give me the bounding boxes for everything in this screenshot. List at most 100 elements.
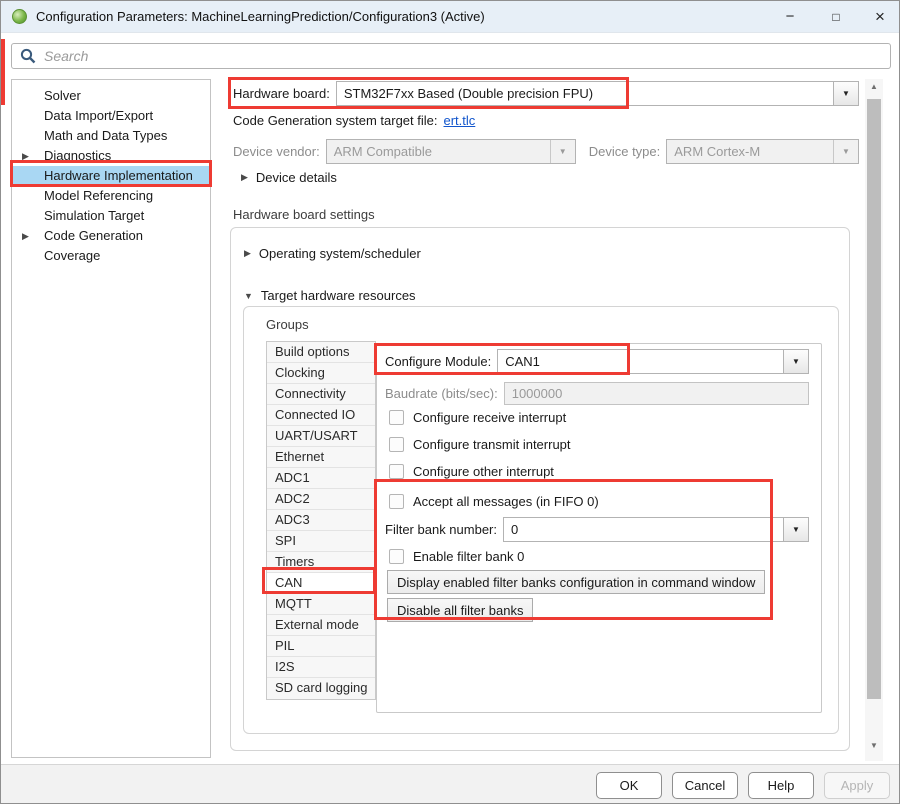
window-title: Configuration Parameters: MachineLearnin… [36, 9, 485, 24]
accept-all-messages-label: Accept all messages (in FIFO 0) [413, 494, 599, 509]
dropdown-arrow-icon: ▼ [550, 140, 575, 163]
group-item-adc3[interactable]: ADC3 [267, 510, 375, 531]
device-vendor-value: ARM Compatible [334, 144, 432, 159]
dropdown-arrow-icon: ▼ [833, 140, 858, 163]
maximize-button[interactable]: □ [819, 1, 853, 32]
display-filter-banks-button[interactable]: Display enabled filter banks configurati… [387, 570, 765, 594]
os-scheduler-label: Operating system/scheduler [259, 246, 421, 261]
can-settings-panel: Configure Module: CAN1 ▼ Baudrate (bits/… [376, 343, 822, 713]
search-icon [20, 48, 36, 64]
chevron-right-icon[interactable]: ▶ [241, 172, 248, 183]
group-item-pil[interactable]: PIL [267, 636, 375, 657]
search-input[interactable]: Search [11, 43, 891, 69]
baudrate-row: Baudrate (bits/sec): 1000000 [385, 382, 809, 405]
sidebar-item-diagnostics[interactable]: ▶Diagnostics [12, 146, 210, 166]
chevron-right-icon[interactable]: ▶ [22, 226, 29, 246]
board-settings-panel: ▶ Operating system/scheduler ▼ Target ha… [230, 227, 850, 751]
group-item-adc1[interactable]: ADC1 [267, 468, 375, 489]
device-details-label: Device details [256, 170, 337, 185]
filter-bank-label: Filter bank number: [385, 522, 497, 537]
group-item-i2s[interactable]: I2S [267, 657, 375, 678]
scrollbar-thumb[interactable] [867, 99, 881, 699]
group-item-ethernet[interactable]: Ethernet [267, 447, 375, 468]
group-item-connectivity[interactable]: Connectivity [267, 384, 375, 405]
sidebar-item-hardware-implementation[interactable]: Hardware Implementation [12, 166, 210, 186]
ok-button[interactable]: OK [596, 772, 662, 799]
filter-bank-row: Filter bank number: 0 ▼ [385, 517, 809, 542]
vertical-scrollbar[interactable]: ▲ ▼ [865, 79, 883, 761]
configure-transmit-interrupt-label: Configure transmit interrupt [413, 437, 571, 452]
cancel-button[interactable]: Cancel [672, 772, 738, 799]
dropdown-arrow-icon[interactable]: ▼ [783, 350, 808, 373]
enable-filter-bank-row: Enable filter bank 0 [389, 549, 524, 564]
dropdown-arrow-icon[interactable]: ▼ [833, 82, 858, 105]
enable-filter-bank-checkbox[interactable] [389, 549, 404, 564]
group-item-connected-io[interactable]: Connected IO [267, 405, 375, 426]
target-resources-label: Target hardware resources [261, 288, 416, 303]
configure-receive-interrupt-label: Configure receive interrupt [413, 410, 566, 425]
os-scheduler-toggle[interactable]: ▶ Operating system/scheduler [244, 246, 421, 261]
group-item-mqtt[interactable]: MQTT [267, 594, 375, 615]
group-item-uart-usart[interactable]: UART/USART [267, 426, 375, 447]
scroll-down-icon[interactable]: ▼ [865, 741, 883, 755]
configure-receive-interrupt-checkbox[interactable] [389, 410, 404, 425]
configure-other-interrupt-label: Configure other interrupt [413, 464, 554, 479]
minimize-button[interactable]: − [773, 1, 807, 32]
groups-label: Groups [266, 317, 309, 332]
configure-other-interrupt-checkbox[interactable] [389, 464, 404, 479]
device-details-toggle[interactable]: ▶ Device details [241, 170, 337, 185]
target-file-label: Code Generation system target file: [233, 113, 438, 128]
group-item-clocking[interactable]: Clocking [267, 363, 375, 384]
sidebar-item-model-referencing[interactable]: Model Referencing [12, 186, 210, 206]
board-settings-title: Hardware board settings [233, 207, 375, 222]
sidebar-tree: Solver Data Import/Export Math and Data … [11, 79, 211, 758]
search-placeholder: Search [44, 48, 88, 64]
groups-list: Build options Clocking Connectivity Conn… [266, 341, 376, 700]
group-item-timers[interactable]: Timers [267, 552, 375, 573]
target-resources-toggle[interactable]: ▼ Target hardware resources [244, 288, 416, 303]
filter-bank-value: 0 [511, 522, 518, 537]
group-item-adc2[interactable]: ADC2 [267, 489, 375, 510]
chevron-right-icon[interactable]: ▶ [244, 248, 251, 259]
help-button[interactable]: Help [748, 772, 814, 799]
disable-filter-banks-button[interactable]: Disable all filter banks [387, 598, 533, 622]
sidebar-item-simulation-target[interactable]: Simulation Target [12, 206, 210, 226]
configure-module-label: Configure Module: [385, 354, 491, 369]
configure-other-interrupt-row: Configure other interrupt [389, 464, 554, 479]
target-file-row: Code Generation system target file: ert.… [233, 113, 475, 128]
dropdown-arrow-icon[interactable]: ▼ [783, 518, 808, 541]
target-file-link[interactable]: ert.tlc [444, 113, 476, 128]
accept-all-messages-row: Accept all messages (in FIFO 0) [389, 494, 599, 509]
simulink-config-icon [12, 9, 27, 24]
sidebar-item-solver[interactable]: Solver [12, 86, 210, 106]
group-item-spi[interactable]: SPI [267, 531, 375, 552]
target-resources-panel: Groups Build options Clocking Connectivi… [243, 306, 839, 734]
sidebar-item-code-generation[interactable]: ▶Code Generation [12, 226, 210, 246]
device-vendor-label: Device vendor: [233, 144, 320, 159]
device-vendor-select: ARM Compatible ▼ [326, 139, 576, 164]
sidebar-item-math-data-types[interactable]: Math and Data Types [12, 126, 210, 146]
chevron-right-icon[interactable]: ▶ [22, 146, 29, 166]
configure-transmit-interrupt-checkbox[interactable] [389, 437, 404, 452]
group-item-external-mode[interactable]: External mode [267, 615, 375, 636]
configure-transmit-interrupt-row: Configure transmit interrupt [389, 437, 571, 452]
hardware-board-select[interactable]: STM32F7xx Based (Double precision FPU) ▼ [336, 81, 859, 106]
sidebar-item-data-import-export[interactable]: Data Import/Export [12, 106, 210, 126]
hardware-board-value: STM32F7xx Based (Double precision FPU) [344, 86, 593, 101]
group-item-can[interactable]: CAN [267, 573, 375, 594]
close-button[interactable]: × [863, 1, 897, 32]
device-type-value: ARM Cortex-M [674, 144, 760, 159]
device-type-label: Device type: [589, 144, 661, 159]
group-item-sd-card-logging[interactable]: SD card logging [267, 678, 375, 699]
sidebar-item-coverage[interactable]: Coverage [12, 246, 210, 266]
group-item-build-options[interactable]: Build options [267, 342, 375, 363]
enable-filter-bank-label: Enable filter bank 0 [413, 549, 524, 564]
filter-bank-select[interactable]: 0 ▼ [503, 517, 809, 542]
accept-all-messages-checkbox[interactable] [389, 494, 404, 509]
chevron-down-icon[interactable]: ▼ [244, 291, 253, 301]
device-type-select: ARM Cortex-M ▼ [666, 139, 859, 164]
configure-receive-interrupt-row: Configure receive interrupt [389, 410, 566, 425]
scroll-up-icon[interactable]: ▲ [865, 82, 883, 96]
device-row: Device vendor: ARM Compatible ▼ Device t… [233, 139, 859, 164]
configure-module-select[interactable]: CAN1 ▼ [497, 349, 809, 374]
